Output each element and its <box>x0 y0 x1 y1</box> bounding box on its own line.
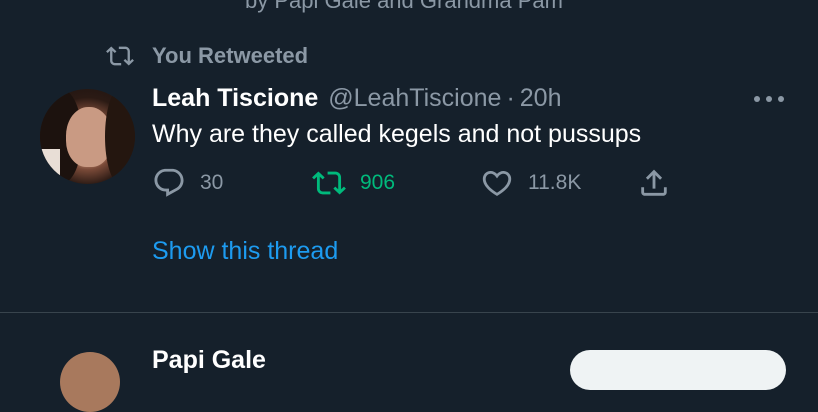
retweet-context: You Retweeted <box>103 42 308 70</box>
tweet-timestamp[interactable]: 20h <box>520 84 562 113</box>
share-icon <box>641 169 667 196</box>
next-tweet-author-name[interactable]: Papi Gale <box>152 346 266 375</box>
retweet-button[interactable]: 906 <box>312 166 395 200</box>
more-dots-icon[interactable] <box>752 92 786 104</box>
follow-button[interactable] <box>570 350 786 390</box>
author-name[interactable]: Leah Tiscione <box>152 84 318 113</box>
share-button[interactable] <box>637 166 671 200</box>
retweet-icon <box>106 46 134 66</box>
retweet-count: 906 <box>360 171 396 194</box>
separator-dot: · <box>506 84 515 112</box>
retweet-icon <box>312 171 346 195</box>
author-handle[interactable]: @LeahTiscione <box>328 84 501 113</box>
tweet-actions: 30 906 11.8K <box>152 166 692 202</box>
next-tweet-avatar[interactable] <box>60 352 120 412</box>
reply-icon <box>154 168 184 197</box>
reply-count: 30 <box>200 171 224 194</box>
avatar[interactable] <box>40 89 135 184</box>
previous-tweet-text: by Papi Gale and Grandma Pam <box>245 0 563 13</box>
show-thread-link[interactable]: Show this thread <box>152 237 338 266</box>
like-count: 11.8K <box>528 171 582 194</box>
retweet-context-label: You Retweeted <box>152 43 309 68</box>
reply-button[interactable]: 30 <box>152 166 223 200</box>
divider <box>0 312 818 313</box>
tweet-text: Why are they called kegels and not pussu… <box>152 120 642 148</box>
heart-icon <box>482 170 512 196</box>
like-button[interactable]: 11.8K <box>480 166 581 200</box>
tweet-header: Leah Tiscione @LeahTiscione · 20h <box>152 84 561 113</box>
